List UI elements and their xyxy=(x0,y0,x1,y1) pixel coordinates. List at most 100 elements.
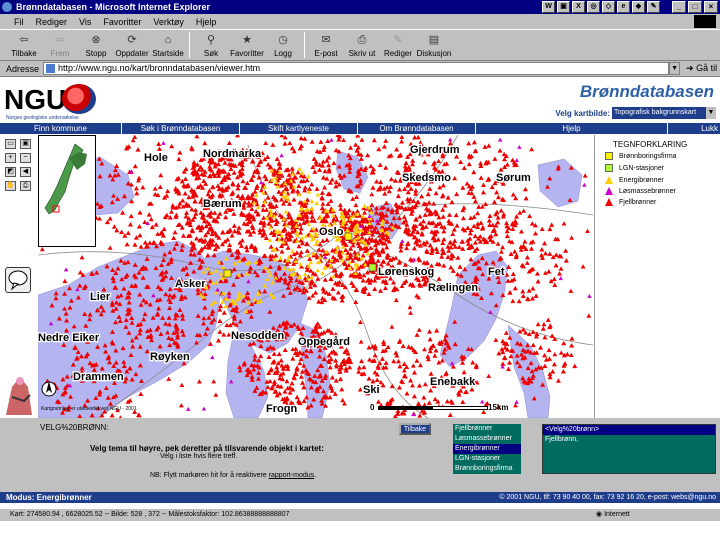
full-extent-icon[interactable]: ▭ xyxy=(5,139,16,149)
theme-option[interactable]: Brønnboringsfirma xyxy=(453,464,521,474)
history-button[interactable]: ◷ Logg xyxy=(265,30,301,60)
maximize-icon[interactable]: □ xyxy=(688,1,702,13)
fjellbronn-marker xyxy=(279,363,285,368)
result-listbox[interactable]: <Velg%20brønn> Fjellbrønn, xyxy=(542,424,716,474)
theme-option[interactable]: Fjellbrønner xyxy=(453,424,521,434)
fjellbronn-marker xyxy=(563,248,569,253)
nav-om[interactable]: Om Brønndatabasen xyxy=(358,123,476,134)
fjellbronn-marker xyxy=(372,286,378,291)
result-option-selected[interactable]: <Velg%20brønn> xyxy=(543,425,715,435)
address-dropdown-icon[interactable]: ▼ xyxy=(669,62,681,75)
home-icon: ⌂ xyxy=(164,34,172,46)
fjellbronn-marker xyxy=(298,143,304,149)
legend-item-bronnboring: Brønnboringsfirma xyxy=(605,152,677,160)
go-button[interactable]: ➜ Gå til xyxy=(686,63,717,74)
fjellbronn-marker xyxy=(339,386,345,392)
fjellbronn-marker xyxy=(456,244,462,250)
page-header: NGU Norges geologiske undersøkelse Brønn… xyxy=(0,78,720,122)
query-tool-button[interactable] xyxy=(5,267,31,293)
theme-listbox[interactable]: Fjellbrønner Løsmassebrønner Energibrønn… xyxy=(453,424,521,474)
fjellbronn-marker xyxy=(410,363,416,368)
pan-hand-icon[interactable]: ✋ xyxy=(5,181,16,191)
window-title: Brønndatabasen - Microsoft Internet Expl… xyxy=(16,2,211,12)
app-icon[interactable]: ◇ xyxy=(602,1,615,13)
refresh-button[interactable]: ⟳ Oppdater xyxy=(114,30,150,60)
app-icon[interactable]: ◆ xyxy=(632,1,645,13)
nav-lukk[interactable]: Lukk xyxy=(668,123,720,134)
fjellbronn-marker xyxy=(495,194,501,200)
fjellbronn-marker xyxy=(414,358,420,363)
select-icon[interactable]: ◩ xyxy=(5,167,16,177)
fjellbronn-marker xyxy=(166,376,172,381)
forward-button[interactable]: ⇨ Frem xyxy=(42,30,78,60)
theme-option[interactable]: Løsmassebrønner xyxy=(453,434,521,444)
overview-map[interactable] xyxy=(38,135,96,247)
menu-item-fil[interactable]: Fil xyxy=(14,17,24,27)
app-icon[interactable]: W xyxy=(542,1,555,13)
result-option[interactable]: Fjellbrønn, xyxy=(543,435,715,445)
menu-item-favoritter[interactable]: Favoritter xyxy=(103,17,141,27)
fjellbronn-marker xyxy=(388,176,394,182)
back-icon[interactable]: ◀ xyxy=(20,167,31,177)
mail-button[interactable]: ✉ E-post xyxy=(308,30,344,60)
tilbake-button[interactable]: Tilbake xyxy=(399,423,431,435)
report-mode-link[interactable]: rapport-modus xyxy=(269,472,315,479)
theme-option[interactable]: LGN-stasjoner xyxy=(453,454,521,464)
fjellbronn-marker xyxy=(294,250,300,255)
fjellbronn-marker xyxy=(473,148,479,153)
edit-button[interactable]: ✎ Rediger xyxy=(380,30,416,60)
fjellbronn-marker xyxy=(503,330,509,335)
theme-option-selected[interactable]: Energibrønner xyxy=(453,444,521,454)
app-icon[interactable]: e xyxy=(617,1,630,13)
fjellbronn-marker xyxy=(445,244,451,249)
basemap-select[interactable]: Topografisk bakgrunnskart ▼ xyxy=(612,107,716,119)
app-icon[interactable]: ▣ xyxy=(557,1,570,13)
discussion-button[interactable]: ▤ Diskusjon xyxy=(416,30,452,60)
stop-button[interactable]: ⊗ Stopp xyxy=(78,30,114,60)
close-icon[interactable]: × xyxy=(704,1,718,13)
fjellbronn-marker xyxy=(356,365,362,370)
favorites-button[interactable]: ★ Favoritter xyxy=(229,30,265,60)
print-button[interactable]: ⎙ Skriv ut xyxy=(344,30,380,60)
ngu-logo[interactable]: NGU xyxy=(4,84,66,116)
fjellbronn-marker xyxy=(284,378,290,384)
fjellbronn-marker xyxy=(416,256,422,261)
fjellbronn-marker xyxy=(425,191,431,197)
energibronn-marker xyxy=(299,170,305,175)
nav-hjelp[interactable]: Hjelp xyxy=(476,123,668,134)
map-canvas[interactable]: Hole Nordmarka Gjerdrum Skedsmo Sørum Bærum Os… xyxy=(38,135,593,418)
overview-toggle-icon[interactable]: ▣ xyxy=(20,139,31,149)
fjellbronn-marker xyxy=(352,250,358,255)
nav-sok[interactable]: Søk i Brønndatabasen xyxy=(122,123,240,134)
fjellbronn-marker xyxy=(422,346,427,352)
print-map-icon[interactable]: ⎙ xyxy=(20,181,31,191)
app-icon[interactable]: X xyxy=(572,1,585,13)
nav-finn-kommune[interactable]: Finn kommune xyxy=(0,123,122,134)
search-button[interactable]: ⚲ Søk xyxy=(193,30,229,60)
fjellbronn-marker xyxy=(580,264,586,269)
menu-item-vis[interactable]: Vis xyxy=(79,17,91,27)
app-icon[interactable]: ◎ xyxy=(587,1,600,13)
fjellbronn-marker xyxy=(299,380,305,385)
fjellbronn-marker xyxy=(226,140,232,146)
app-icon[interactable]: ✎ xyxy=(647,1,660,13)
fjellbronn-marker xyxy=(320,247,326,253)
place-label: Drammen xyxy=(73,371,124,383)
zoom-out-icon[interactable]: − xyxy=(20,153,31,163)
home-button[interactable]: ⌂ Startside xyxy=(150,30,186,60)
menu-item-hjelp[interactable]: Hjelp xyxy=(196,17,217,27)
fjellbronn-marker xyxy=(389,383,395,389)
nav-skift-kart[interactable]: Skift kartlyeneste xyxy=(240,123,358,134)
map-view[interactable]: Hole Nordmarka Gjerdrum Skedsmo Sørum Bærum Os… xyxy=(38,135,593,418)
fjellbronn-marker xyxy=(393,201,399,207)
menu-item-verktoy[interactable]: Verktøy xyxy=(153,17,184,27)
minimize-icon[interactable]: _ xyxy=(672,1,686,13)
fjellbronn-marker xyxy=(298,135,304,141)
back-button[interactable]: ⇦ Tilbake xyxy=(6,30,42,60)
menu-item-rediger[interactable]: Rediger xyxy=(36,17,68,27)
fjellbronn-marker xyxy=(563,258,569,263)
zoom-in-icon[interactable]: + xyxy=(5,153,16,163)
fjellbronn-marker xyxy=(423,224,429,229)
fjellbronn-marker xyxy=(366,376,372,381)
address-input[interactable]: http://www.ngu.no/kart/bronndatabasen/vi… xyxy=(43,62,670,75)
